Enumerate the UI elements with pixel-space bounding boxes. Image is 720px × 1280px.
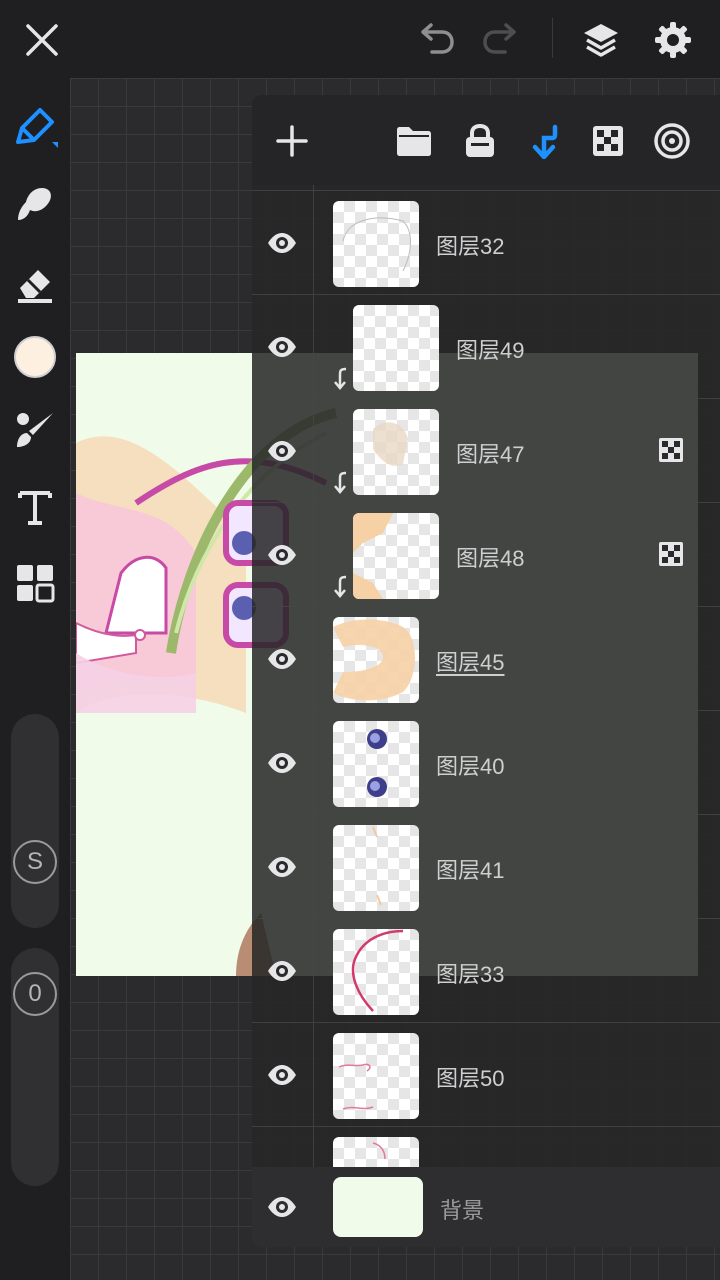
eraser-icon[interactable] bbox=[12, 260, 58, 306]
visibility-eye-icon[interactable] bbox=[266, 331, 298, 363]
clip-arrow-icon bbox=[334, 471, 347, 494]
brush-size-slider[interactable] bbox=[11, 714, 59, 928]
opacity-label: 0 bbox=[13, 972, 57, 1016]
row-divider bbox=[313, 1023, 314, 1127]
layer-thumbnail bbox=[333, 617, 419, 703]
visibility-eye-icon[interactable] bbox=[266, 955, 298, 987]
clip-arrow-icon bbox=[334, 575, 347, 598]
layer-row[interactable]: 图层50 bbox=[252, 1023, 720, 1127]
layers-icon[interactable] bbox=[580, 19, 622, 61]
visibility-eye-icon[interactable] bbox=[266, 1059, 298, 1091]
visibility-eye-icon[interactable] bbox=[266, 227, 298, 259]
layer-name: 图层48 bbox=[456, 546, 525, 571]
materials-icon[interactable] bbox=[12, 560, 58, 606]
visibility-eye-icon[interactable] bbox=[266, 1191, 298, 1223]
layer-row[interactable]: 图层40 bbox=[252, 711, 720, 815]
layer-name: 图层50 bbox=[436, 1066, 505, 1091]
layer-thumbnail bbox=[333, 1033, 419, 1119]
brush-icon[interactable] bbox=[12, 104, 58, 150]
layer-thumbnail bbox=[353, 409, 439, 495]
layer-thumbnail bbox=[333, 201, 419, 287]
layer-name: 图层40 bbox=[436, 754, 505, 779]
row-divider bbox=[313, 919, 314, 1023]
layer-row[interactable] bbox=[252, 1127, 720, 1167]
row-divider bbox=[313, 191, 314, 295]
layer-row[interactable]: 图层49 bbox=[252, 295, 720, 399]
top-toolbar bbox=[0, 0, 720, 78]
layer-row[interactable]: 图层47 bbox=[252, 399, 720, 503]
row-divider bbox=[313, 711, 314, 815]
layer-name: 图层49 bbox=[456, 338, 525, 363]
blend-brush-icon[interactable] bbox=[12, 408, 58, 454]
layer-row[interactable]: 图层32 bbox=[252, 191, 720, 295]
smudge-icon[interactable] bbox=[12, 182, 58, 228]
row-divider bbox=[313, 295, 314, 399]
layer-name: 图层32 bbox=[436, 234, 505, 259]
blend-mode-icon[interactable] bbox=[650, 119, 694, 163]
layer-thumbnail bbox=[333, 929, 419, 1015]
layer-name: 图层47 bbox=[456, 442, 525, 467]
redo-icon[interactable] bbox=[480, 19, 522, 61]
row-divider bbox=[313, 607, 314, 711]
alpha-lock-icon bbox=[659, 542, 683, 566]
layer-row[interactable]: 图层33 bbox=[252, 919, 720, 1023]
folder-icon[interactable] bbox=[392, 119, 436, 163]
text-icon[interactable] bbox=[12, 484, 58, 530]
layer-thumbnail bbox=[333, 721, 419, 807]
lock-icon[interactable] bbox=[458, 119, 502, 163]
background-layer-name: 背景 bbox=[440, 1198, 485, 1223]
close-icon[interactable] bbox=[21, 19, 63, 61]
layer-thumbnail bbox=[333, 1137, 419, 1167]
layer-name: 图层45 bbox=[436, 650, 505, 675]
layer-row[interactable]: 图层48 bbox=[252, 503, 720, 607]
row-divider bbox=[313, 1127, 314, 1167]
layer-row[interactable]: 图层41 bbox=[252, 815, 720, 919]
clipping-icon[interactable] bbox=[522, 119, 566, 163]
layer-list[interactable]: 图层32 图层49 图层47 图层48 图层45 图层40 图层41 图层33 … bbox=[252, 185, 720, 1167]
visibility-eye-icon[interactable] bbox=[266, 747, 298, 779]
visibility-eye-icon[interactable] bbox=[266, 643, 298, 675]
brush-size-label: S bbox=[13, 840, 57, 884]
alpha-lock-icon[interactable] bbox=[586, 119, 630, 163]
background-layer-row[interactable]: 背景 bbox=[252, 1167, 720, 1247]
row-divider bbox=[313, 399, 314, 503]
layer-thumbnail bbox=[333, 825, 419, 911]
visibility-eye-icon[interactable] bbox=[266, 435, 298, 467]
settings-icon[interactable] bbox=[652, 19, 694, 61]
add-layer-icon[interactable] bbox=[270, 119, 314, 163]
row-divider bbox=[313, 503, 314, 607]
layer-thumbnail bbox=[353, 305, 439, 391]
color-swatch[interactable] bbox=[12, 334, 58, 380]
layer-name: 图层41 bbox=[436, 858, 505, 883]
clip-arrow-icon bbox=[334, 367, 347, 390]
layer-row[interactable]: 图层45 bbox=[252, 607, 720, 711]
background-thumbnail bbox=[333, 1177, 423, 1237]
layer-name: 图层33 bbox=[436, 962, 505, 987]
layers-panel-header bbox=[252, 95, 720, 185]
alpha-lock-icon bbox=[659, 438, 683, 462]
toolbar-divider bbox=[552, 18, 553, 58]
visibility-eye-icon[interactable] bbox=[266, 851, 298, 883]
undo-icon[interactable] bbox=[415, 19, 457, 61]
layers-panel: 图层32 图层49 图层47 图层48 图层45 图层40 图层41 图层33 … bbox=[252, 95, 720, 1247]
layer-thumbnail bbox=[353, 513, 439, 599]
left-toolbar: S 0 bbox=[0, 78, 70, 1280]
row-divider bbox=[313, 815, 314, 919]
visibility-eye-icon[interactable] bbox=[266, 539, 298, 571]
